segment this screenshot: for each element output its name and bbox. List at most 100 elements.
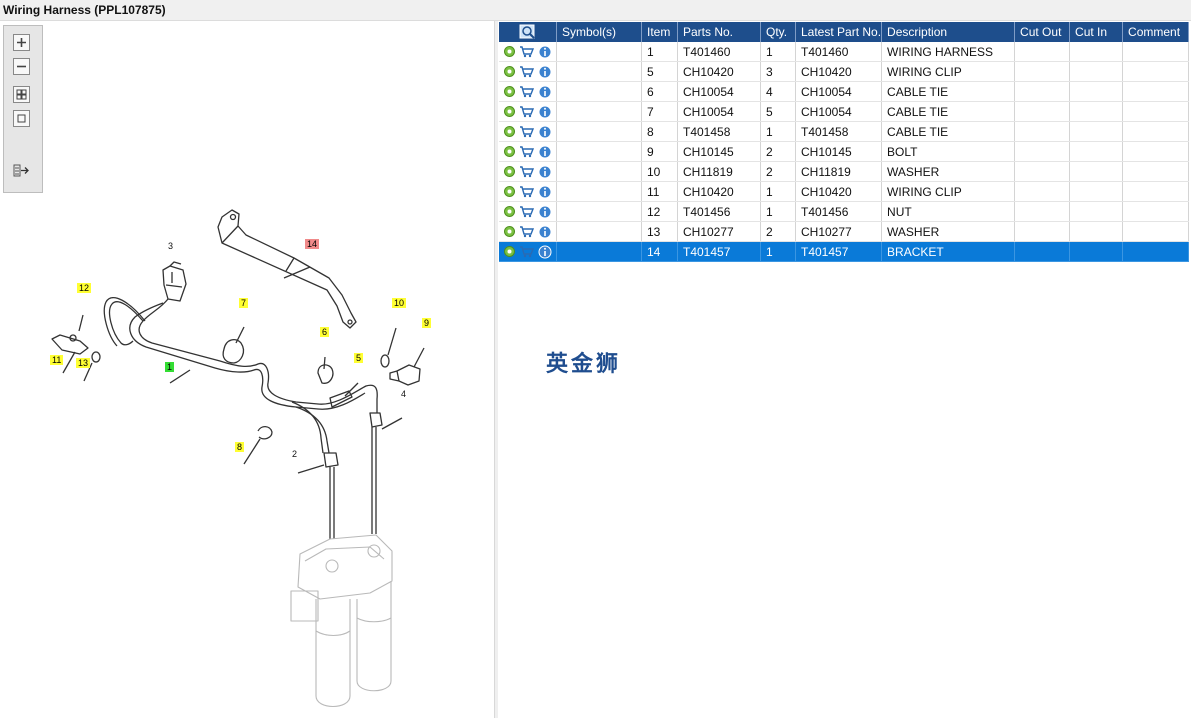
callout-5[interactable]: 5 xyxy=(354,353,364,363)
column-header-comment[interactable]: Comment xyxy=(1122,22,1190,42)
search-icon[interactable] xyxy=(519,24,537,40)
info-icon[interactable] xyxy=(538,245,552,259)
table-row[interactable]: 9 CH10145 2 CH10145 BOLT xyxy=(499,141,1190,162)
settings-icon[interactable] xyxy=(503,45,516,58)
latest-part-no-cell: T401460 xyxy=(795,42,883,62)
cut-in-cell xyxy=(1069,42,1124,62)
row-icons-cell xyxy=(499,161,557,182)
table-row[interactable]: 5 CH10420 3 CH10420 WIRING CLIP xyxy=(499,61,1190,82)
comment-cell xyxy=(1122,201,1190,222)
comment-cell xyxy=(1122,141,1190,162)
settings-icon[interactable] xyxy=(503,105,516,118)
callout-2[interactable]: 2 xyxy=(290,449,299,459)
callout-14[interactable]: 14 xyxy=(305,239,320,249)
cart-icon[interactable] xyxy=(519,65,535,78)
column-header-item[interactable]: Item xyxy=(641,22,678,42)
latest-part-no-cell: CH10054 xyxy=(795,101,883,122)
diagram-pane[interactable]: 14 3 12 7 10 9 6 11 13 1 5 4 8 2 xyxy=(0,21,494,718)
cart-icon[interactable] xyxy=(519,85,535,98)
column-header-latest-part-no[interactable]: Latest Part No. xyxy=(795,22,883,42)
info-icon[interactable] xyxy=(538,125,552,139)
symbol-cell xyxy=(556,61,642,82)
callout-1[interactable]: 1 xyxy=(165,362,175,372)
settings-icon[interactable] xyxy=(503,225,516,238)
parts-no-cell: CH10145 xyxy=(677,141,761,162)
callout-6[interactable]: 6 xyxy=(320,327,330,337)
settings-icon[interactable] xyxy=(503,205,516,218)
callout-13[interactable]: 13 xyxy=(76,358,91,368)
qty-cell: 3 xyxy=(760,61,796,82)
callout-3[interactable]: 3 xyxy=(166,241,175,251)
latest-part-no-cell: T401456 xyxy=(795,201,883,222)
parts-no-cell: T401460 xyxy=(677,42,761,62)
cart-icon[interactable] xyxy=(519,165,535,178)
info-icon[interactable] xyxy=(538,45,552,59)
table-row[interactable]: 8 T401458 1 T401458 CABLE TIE xyxy=(499,121,1190,142)
table-row[interactable]: 11 CH10420 1 CH10420 WIRING CLIP xyxy=(499,181,1190,202)
callout-4[interactable]: 4 xyxy=(399,389,408,399)
row-icons-cell xyxy=(499,101,557,122)
info-icon[interactable] xyxy=(538,85,552,99)
table-row[interactable]: 10 CH11819 2 CH11819 WASHER xyxy=(499,161,1190,182)
row-icons-cell xyxy=(499,42,557,62)
settings-icon[interactable] xyxy=(503,145,516,158)
callout-10[interactable]: 10 xyxy=(392,298,407,308)
settings-icon[interactable] xyxy=(503,245,516,258)
settings-icon[interactable] xyxy=(503,125,516,138)
qty-cell: 1 xyxy=(760,241,796,262)
settings-icon[interactable] xyxy=(503,85,516,98)
settings-icon[interactable] xyxy=(503,165,516,178)
column-header-search[interactable] xyxy=(499,22,557,42)
info-icon[interactable] xyxy=(538,185,552,199)
callout-12[interactable]: 12 xyxy=(77,283,92,293)
table-row[interactable]: 6 CH10054 4 CH10054 CABLE TIE xyxy=(499,81,1190,102)
description-cell: NUT xyxy=(881,201,1016,222)
latest-part-no-cell: CH10420 xyxy=(795,181,883,202)
cart-icon[interactable] xyxy=(519,45,535,58)
cart-icon[interactable] xyxy=(519,125,535,138)
cart-icon[interactable] xyxy=(519,185,535,198)
cart-icon[interactable] xyxy=(519,205,535,218)
description-cell: BOLT xyxy=(881,141,1016,162)
column-header-symbols[interactable]: Symbol(s) xyxy=(556,22,642,42)
table-row[interactable]: 12 T401456 1 T401456 NUT xyxy=(499,201,1190,222)
parts-list-pane: Symbol(s) Item Parts No. Qty. Latest Par… xyxy=(498,21,1191,718)
info-icon[interactable] xyxy=(538,165,552,179)
cut-in-cell xyxy=(1069,181,1124,202)
cut-out-cell xyxy=(1014,241,1071,262)
cart-icon[interactable] xyxy=(519,225,535,238)
cart-icon[interactable] xyxy=(519,245,535,258)
column-header-qty[interactable]: Qty. xyxy=(760,22,796,42)
symbol-cell xyxy=(556,201,642,222)
cart-icon[interactable] xyxy=(519,105,535,118)
table-row[interactable]: 1 T401460 1 T401460 WIRING HARNESS xyxy=(499,42,1190,62)
column-header-parts-no[interactable]: Parts No. xyxy=(677,22,761,42)
cut-out-cell xyxy=(1014,81,1071,102)
settings-icon[interactable] xyxy=(503,65,516,78)
row-icons-cell xyxy=(499,61,557,82)
comment-cell xyxy=(1122,101,1190,122)
callout-9[interactable]: 9 xyxy=(422,318,432,328)
info-icon[interactable] xyxy=(538,205,552,219)
info-icon[interactable] xyxy=(538,65,552,79)
info-icon[interactable] xyxy=(538,225,552,239)
column-header-cut-in[interactable]: Cut In xyxy=(1069,22,1124,42)
table-row[interactable]: 7 CH10054 5 CH10054 CABLE TIE xyxy=(499,101,1190,122)
cut-in-cell xyxy=(1069,201,1124,222)
info-icon[interactable] xyxy=(538,145,552,159)
settings-icon[interactable] xyxy=(503,185,516,198)
callout-11[interactable]: 11 xyxy=(50,355,64,365)
column-header-cut-out[interactable]: Cut Out xyxy=(1014,22,1071,42)
column-header-description[interactable]: Description xyxy=(881,22,1016,42)
row-icons-cell xyxy=(499,221,557,242)
table-row[interactable]: 14 T401457 1 T401457 BRACKET xyxy=(499,241,1190,262)
cart-icon[interactable] xyxy=(519,145,535,158)
parts-no-cell: CH10277 xyxy=(677,221,761,242)
callout-7[interactable]: 7 xyxy=(239,298,249,308)
window-title: Wiring Harness (PPL107875) xyxy=(3,3,166,17)
table-row[interactable]: 13 CH10277 2 CH10277 WASHER xyxy=(499,221,1190,242)
info-icon[interactable] xyxy=(538,105,552,119)
item-cell: 14 xyxy=(641,241,678,262)
callout-8[interactable]: 8 xyxy=(235,442,245,452)
qty-cell: 4 xyxy=(760,81,796,102)
